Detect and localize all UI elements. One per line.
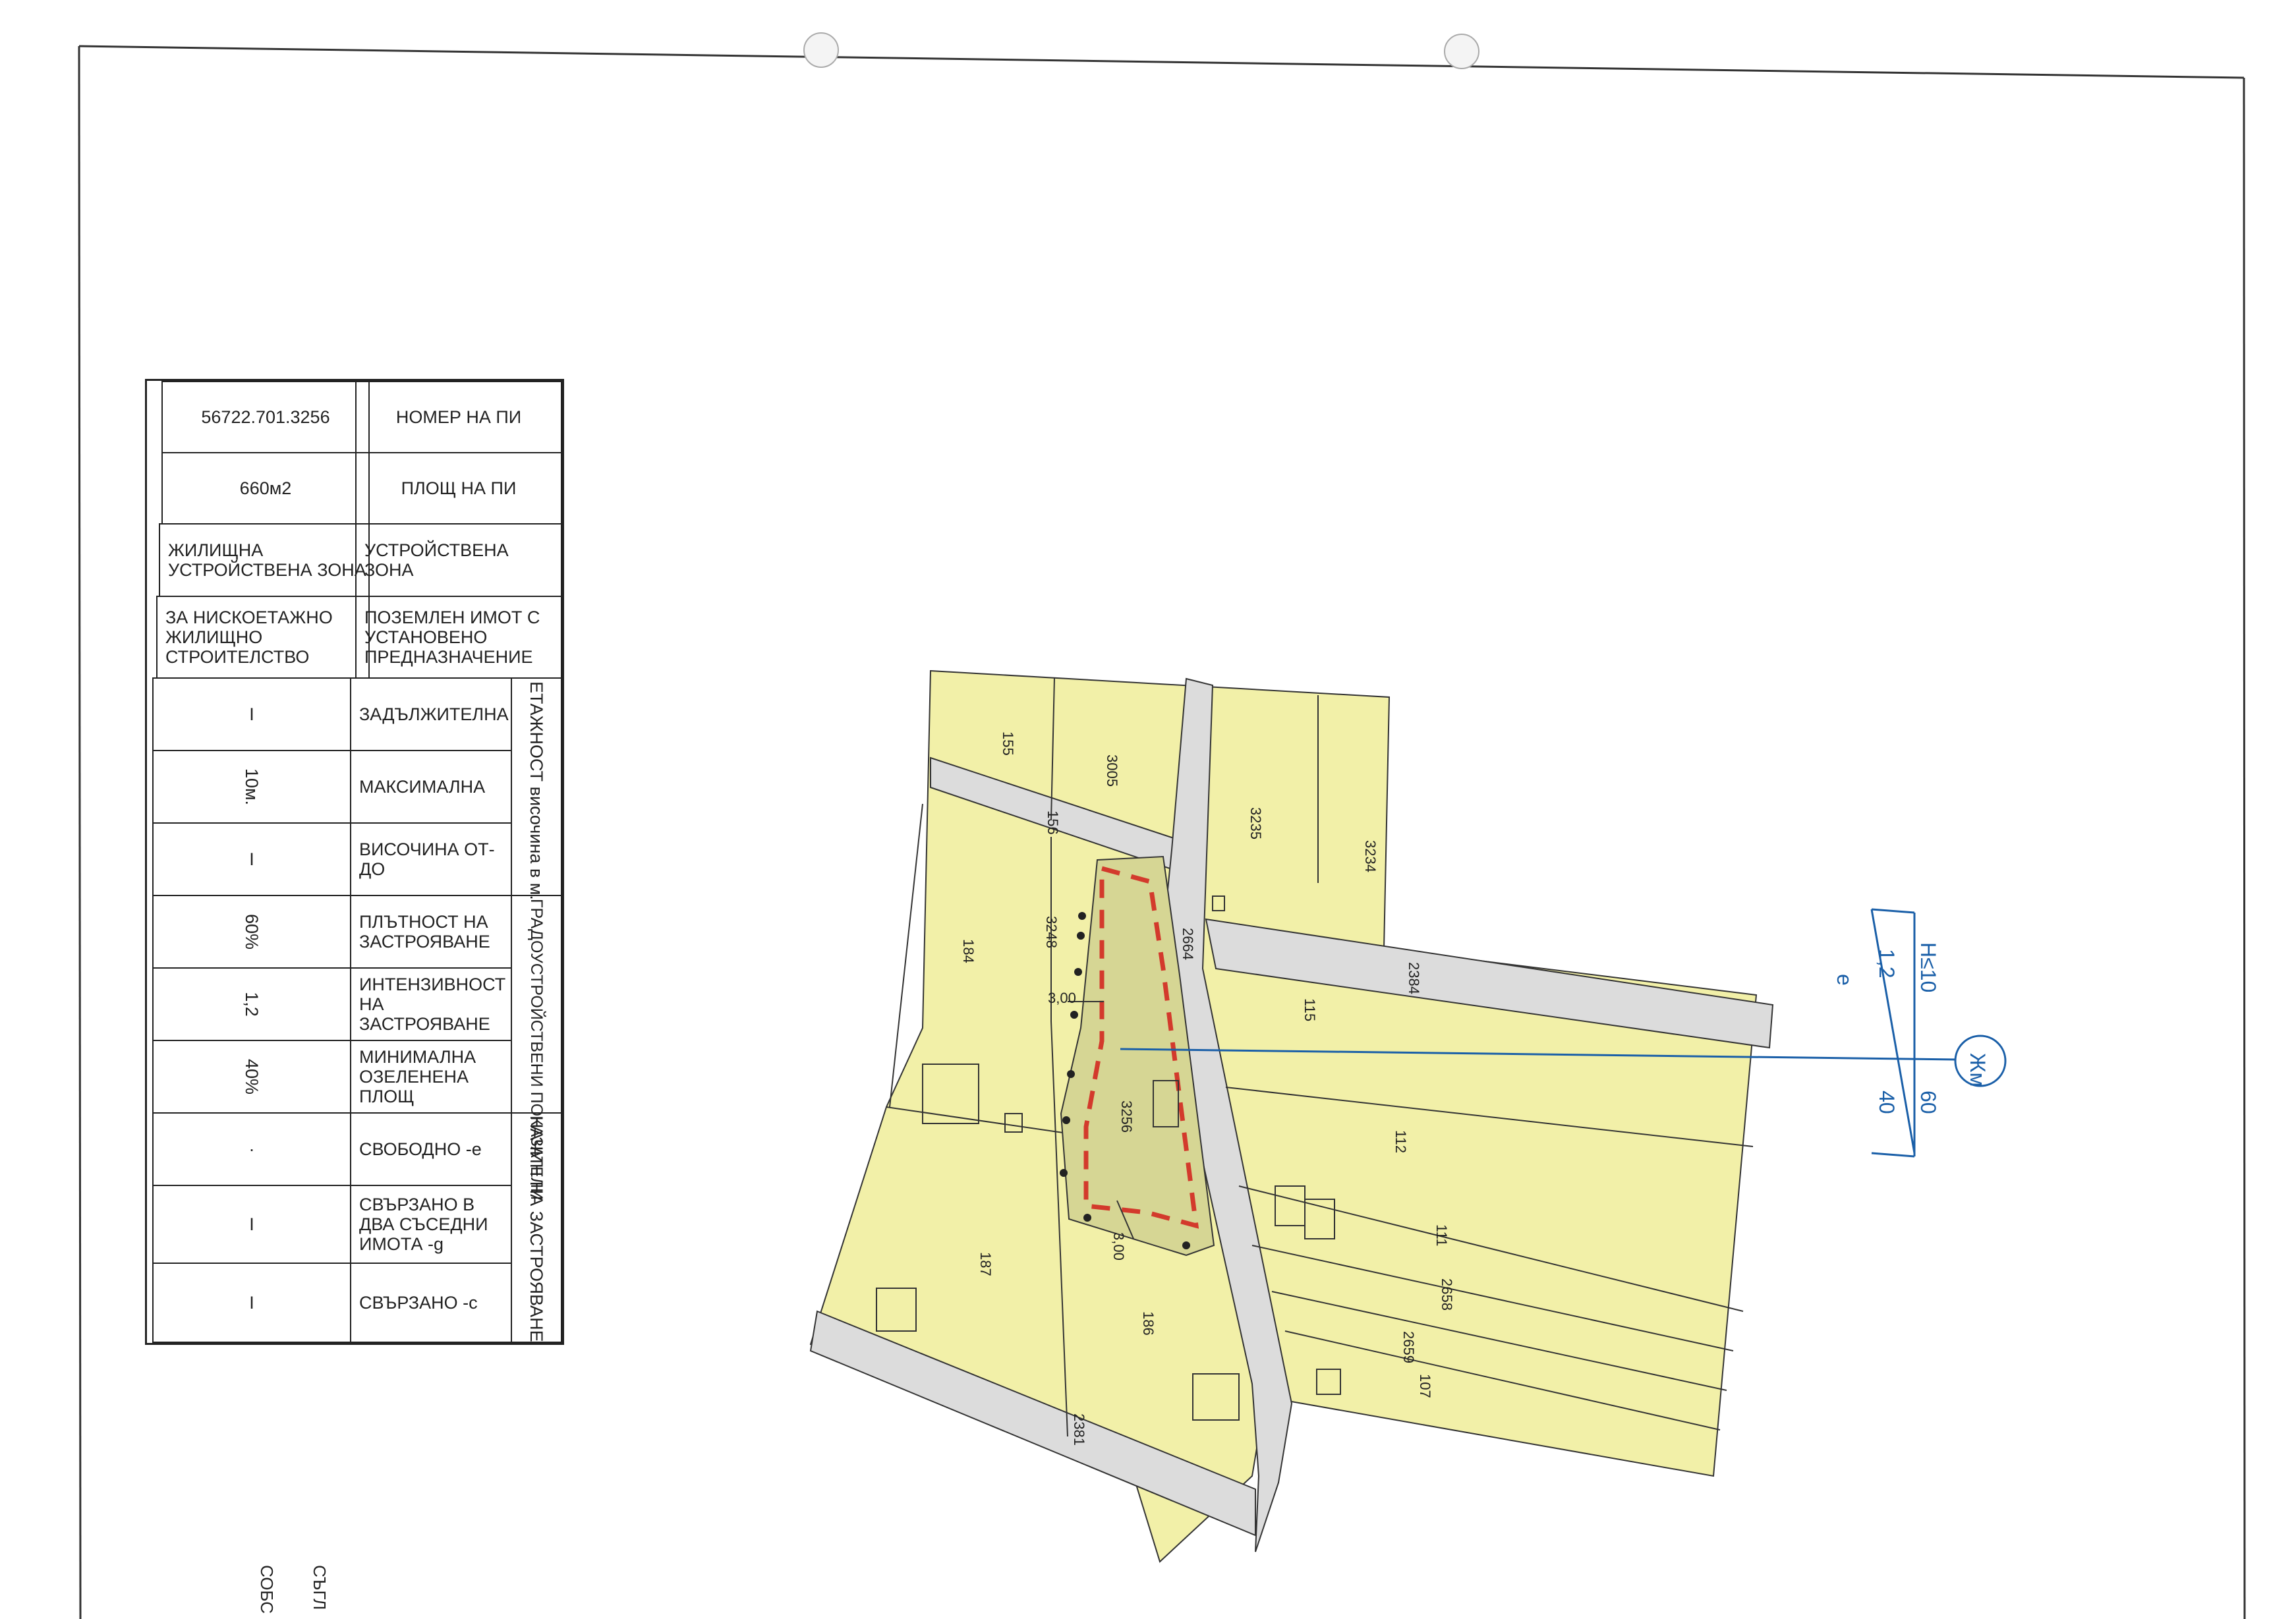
parcel-number: 115 bbox=[1302, 998, 1318, 1021]
drawing-sheet: 56722.701.3256 НОМЕР НА ПИ 660м2 ПЛОЩ НА… bbox=[0, 0, 2296, 1619]
parcel-number: 3248 bbox=[1043, 916, 1060, 948]
parcel-number: 187 bbox=[977, 1252, 994, 1276]
parcel-number: 112 bbox=[1392, 1130, 1409, 1153]
parcel-number: 156 bbox=[1045, 810, 1061, 835]
cadastral-map: 155 3005 3235 3234 156 3248 184 2664 238… bbox=[809, 669, 2007, 1563]
street-number: 2664 bbox=[1180, 928, 1196, 960]
zone-code: Жм bbox=[1966, 1053, 1990, 1087]
zone-mode: е bbox=[1833, 974, 1856, 986]
parcel-number: 111 bbox=[1433, 1224, 1450, 1246]
parcel-number: 155 bbox=[1000, 731, 1016, 756]
dimension-label: 3,00 bbox=[1048, 990, 1076, 1006]
parcel-number: 3234 bbox=[1362, 840, 1379, 872]
footer-text-2: СОБС bbox=[257, 1565, 277, 1614]
parcel-number: 184 bbox=[960, 939, 977, 963]
street-number: 2381 bbox=[1071, 1413, 1087, 1446]
parcel-number: 3256 bbox=[1118, 1100, 1135, 1133]
zone-height: H≤10 bbox=[1916, 942, 1940, 992]
parcel-number: 2659 bbox=[1400, 1331, 1417, 1363]
zone-green: 40 bbox=[1875, 1091, 1899, 1114]
parcel-number: 2658 bbox=[1439, 1278, 1455, 1311]
parcel-number: 107 bbox=[1417, 1374, 1433, 1398]
zone-indicator: Жм H≤10 1,2 е 60 40 bbox=[1833, 908, 2007, 1158]
parcel-number: 186 bbox=[1140, 1311, 1157, 1336]
parcel-number: 3005 bbox=[1104, 754, 1120, 787]
dimension-label: 3,00 bbox=[1110, 1232, 1127, 1261]
street-number: 2384 bbox=[1406, 962, 1422, 994]
footer-text-1: СЪГЛ bbox=[310, 1565, 330, 1610]
parcel-number: 3235 bbox=[1248, 807, 1264, 839]
zone-intensity: 1,2 bbox=[1875, 949, 1899, 978]
zone-density: 60 bbox=[1916, 1091, 1940, 1114]
